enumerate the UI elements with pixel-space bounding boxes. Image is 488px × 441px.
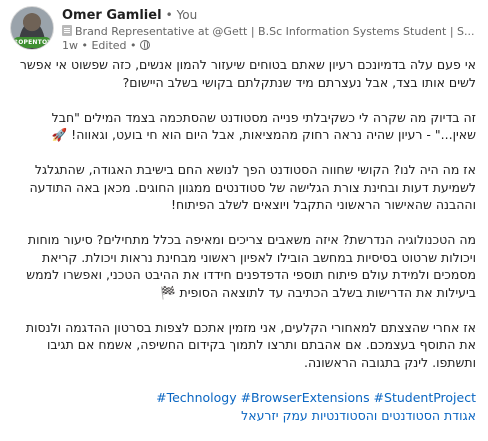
document-icon: [62, 25, 72, 36]
hashtags-link[interactable]: Technology #BrowserExtensions #StudentPr…: [18, 389, 476, 407]
author-name[interactable]: Omer Gamliel: [62, 8, 162, 23]
post-paragraph-4: מה הטכנולוגיה הנדרשת? איזה משאבים צריכים…: [26, 232, 476, 300]
post-hashtags-block: Technology #BrowserExtensions #StudentPr…: [18, 389, 476, 425]
author-headline: Brand Representative at @Gett | B.Sc Inf…: [75, 25, 475, 38]
linkedin-post: #OPENTOWORK Omer Gamliel • You Brand Rep…: [0, 0, 488, 441]
post-body: אי פעם עלה בדמיונכם רעיון שאתם בטוחים שי…: [18, 56, 476, 425]
open-to-work-badge: #OPENTOWORK: [13, 37, 54, 48]
you-label: • You: [165, 8, 198, 22]
post-time: 1w • Edited •: [62, 39, 137, 52]
post-paragraph-5: אז אחרי שהצצתם למאחורי הקלעים, אני מזמין…: [25, 319, 476, 370]
post-paragraph-2: זה בדיוק מה שקרה לי כשקיבלתי פנייה מסטוד…: [51, 109, 476, 143]
post-paragraph-1: אי פעם עלה בדמיונכם רעיון שאתם בטוחים שי…: [19, 57, 476, 90]
author-name-row: Omer Gamliel • You: [62, 7, 480, 24]
globe-icon: [140, 40, 151, 50]
post-paragraph-3: אז מה היה לנו? הקושי שחווה הסטודנט הפך ל…: [29, 162, 476, 212]
author-avatar[interactable]: #OPENTOWORK: [10, 6, 54, 50]
author-headline-row: Brand Representative at @Gett | B.Sc Inf…: [62, 24, 482, 39]
post-header: #OPENTOWORK Omer Gamliel • You Brand Rep…: [10, 6, 480, 53]
post-time-row: 1w • Edited •: [62, 39, 480, 53]
mention-link[interactable]: אגודת הסטודנטים והסטודנטיות עמק יזרעאל: [18, 407, 476, 425]
author-meta: Omer Gamliel • You Brand Representative …: [62, 7, 480, 53]
